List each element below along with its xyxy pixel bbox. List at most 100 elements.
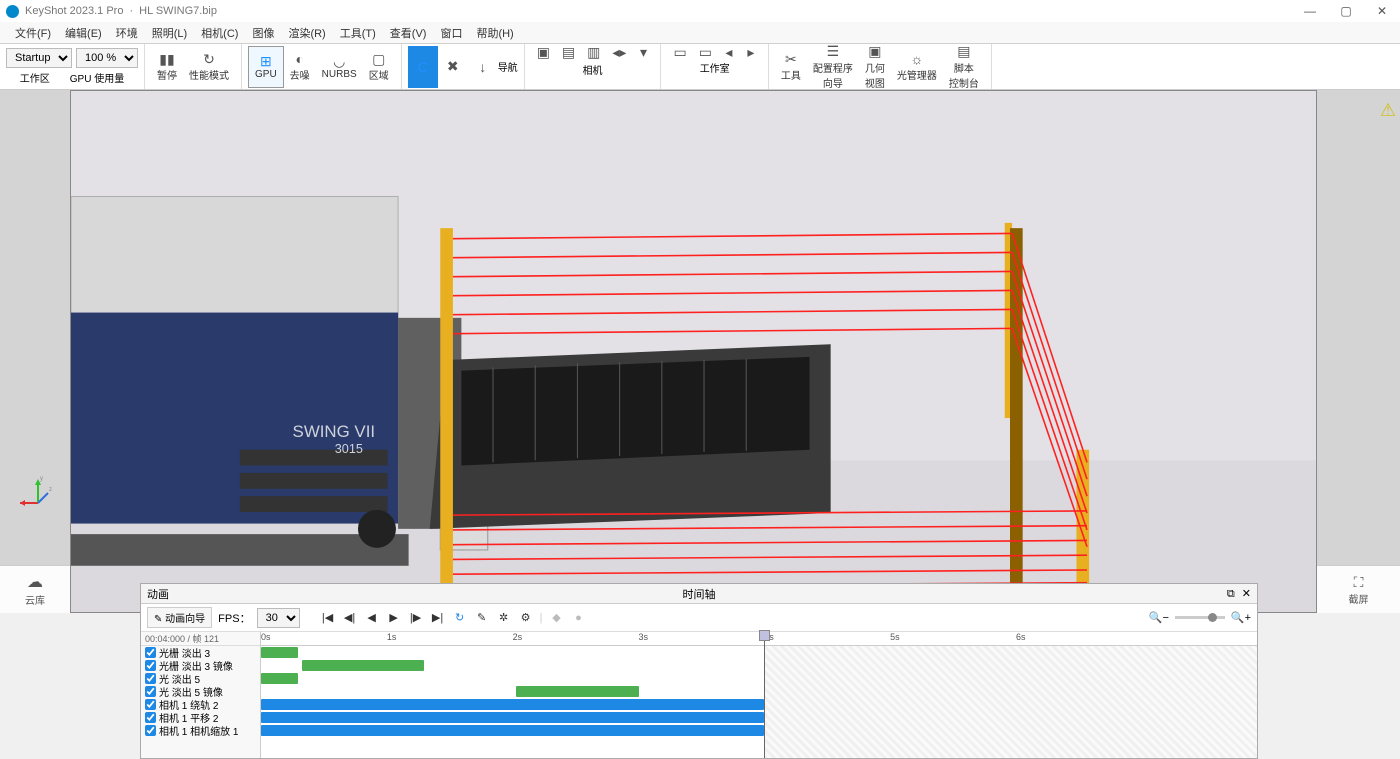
panel-title-timeline: 时间轴 (683, 586, 716, 602)
loop-button[interactable]: ↻ (452, 610, 468, 626)
left-gutter: y z ☁ 云库 (0, 90, 70, 613)
menu-lighting[interactable]: 照明(L) (145, 25, 194, 41)
cam-4[interactable]: ◂▸ (606, 44, 632, 60)
zoom-out-icon[interactable]: 🔍− (1149, 611, 1169, 624)
render-viewport[interactable]: SWING VII 3015 (70, 90, 1317, 613)
step-back-button[interactable]: ◀| (342, 610, 358, 626)
menu-tools[interactable]: 工具(T) (333, 25, 383, 41)
track-checkbox[interactable] (145, 660, 156, 671)
app-logo-icon (6, 5, 19, 18)
cam-3[interactable]: ▥ (581, 44, 606, 60)
ruler-tick: 2s (513, 632, 523, 642)
panel-title-animation: 动画 (147, 586, 169, 602)
zone-button[interactable]: ▢区域 (363, 46, 395, 88)
pause-icon: ▮▮ (159, 51, 174, 67)
animation-wizard-button[interactable]: ✎ 动画向导 (147, 607, 212, 628)
gear-icon[interactable]: ⚙ (518, 610, 534, 626)
script-button[interactable]: ▤脚本控制台 (943, 46, 985, 88)
cam-2[interactable]: ▤ (556, 44, 581, 60)
bulb-icon: ☼ (911, 51, 924, 67)
app-title: KeyShot 2023.1 Pro (25, 5, 123, 17)
menu-view[interactable]: 查看(V) (383, 25, 434, 41)
zoom-slider[interactable] (1175, 616, 1225, 619)
menu-window[interactable]: 窗口 (433, 25, 469, 41)
warning-icon[interactable]: ⚠ (1380, 100, 1396, 121)
window-close-button[interactable]: ✕ (1364, 0, 1400, 22)
record-icon[interactable]: ◆ (548, 610, 564, 626)
timeline-bar[interactable] (261, 699, 764, 710)
track-checkbox[interactable] (145, 686, 156, 697)
fps-select[interactable]: 30 (257, 608, 300, 628)
menu-edit[interactable]: 编辑(E) (58, 25, 109, 41)
menu-bar: 文件(F) 编辑(E) 环境 照明(L) 相机(C) 图像 渲染(R) 工具(T… (0, 22, 1400, 44)
gpu-button[interactable]: ⊞GPU (248, 46, 284, 88)
zoom-select[interactable]: 100 % (76, 48, 138, 68)
studio-4[interactable]: ▸ (740, 44, 762, 60)
pause-button[interactable]: ▮▮暂停 (151, 46, 183, 88)
window-maximize-button[interactable]: ▢ (1328, 0, 1364, 22)
nav-fit[interactable]: ✖ (438, 46, 468, 88)
tools-button[interactable]: ✂工具 (775, 46, 807, 88)
menu-render[interactable]: 渲染(R) (281, 25, 332, 41)
track-checkbox[interactable] (145, 725, 156, 736)
light-mgr-button[interactable]: ☼光管理器 (891, 46, 943, 88)
menu-environment[interactable]: 环境 (109, 25, 145, 41)
timeline-bar[interactable] (261, 725, 764, 736)
menu-file[interactable]: 文件(F) (8, 25, 58, 41)
window-minimize-button[interactable]: — (1292, 0, 1328, 22)
denoise-icon: ◐ (295, 51, 303, 67)
timeline-canvas[interactable]: 0s1s2s3s4s5s6s (261, 632, 1257, 758)
config-wizard-button[interactable]: ☰配置程序向导 (807, 46, 859, 88)
cam-5[interactable]: ▾ (632, 44, 654, 60)
screenshot-button[interactable]: ⛶ 截屏 (1317, 565, 1400, 613)
timeline-bar[interactable] (516, 686, 640, 697)
studio-3[interactable]: ◂ (718, 44, 740, 60)
edit-icon[interactable]: ✎ (474, 610, 490, 626)
studio-label: 工作室 (700, 60, 730, 75)
nav-refresh[interactable]: C (408, 46, 438, 88)
menu-image[interactable]: 图像 (245, 25, 281, 41)
zoom-in-icon[interactable]: 🔍+ (1231, 611, 1251, 624)
timeline-bar[interactable] (302, 660, 425, 671)
timeline-bar[interactable] (261, 673, 298, 684)
track-checkbox[interactable] (145, 647, 156, 658)
timeline-bar[interactable] (261, 712, 764, 723)
menu-camera[interactable]: 相机(C) (194, 25, 245, 41)
menu-help[interactable]: 帮助(H) (469, 25, 520, 41)
ruler-tick: 0s (261, 632, 271, 642)
track-label: 相机 1 相机缩放 1 (159, 723, 238, 738)
perf-mode-button[interactable]: ↻性能模式 (183, 46, 235, 88)
studio-1[interactable]: ▭ (667, 44, 692, 60)
move-icon: ↓ (479, 59, 486, 75)
cloud-library-button[interactable]: ☁ 云库 (0, 565, 70, 613)
track-list: 00:04:000 / 帧 121 光栅 淡出 3光栅 淡出 3 镜像光 淡出 … (141, 632, 261, 758)
denoise-button[interactable]: ◐去噪 (284, 46, 316, 88)
workspace-select[interactable]: Startup (6, 48, 72, 68)
cam-1[interactable]: ▣ (531, 44, 556, 60)
playhead-handle[interactable] (759, 630, 770, 641)
track-checkbox[interactable] (145, 712, 156, 723)
track-checkbox[interactable] (145, 673, 156, 684)
svg-text:3015: 3015 (335, 442, 363, 456)
cube-icon: ▣ (868, 44, 881, 60)
panel-close-icon[interactable]: ✕ (1242, 588, 1251, 600)
step-forward-button[interactable]: |▶ (408, 610, 424, 626)
geom-view-button[interactable]: ▣几何视图 (859, 46, 891, 88)
svg-text:SWING VII: SWING VII (293, 422, 376, 441)
settings-icon[interactable]: ✲ (496, 610, 512, 626)
main-area: y z ☁ 云库 SWING VII 3015 (0, 90, 1400, 613)
panel-popout-icon[interactable]: ⧉ (1227, 588, 1235, 600)
play-back-button[interactable]: ◀ (364, 610, 380, 626)
track-checkbox[interactable] (145, 699, 156, 710)
ruler-tick: 6s (1016, 632, 1026, 642)
play-forward-button[interactable]: ▶ (386, 610, 402, 626)
nurbs-button[interactable]: ◡NURBS (316, 46, 363, 88)
refresh-icon: ↻ (203, 51, 215, 67)
go-end-button[interactable]: ▶| (430, 610, 446, 626)
timeline-bar[interactable] (261, 647, 298, 658)
go-start-button[interactable]: |◀ (320, 610, 336, 626)
nav-center[interactable]: ↓ (468, 46, 498, 88)
studio-2[interactable]: ▭ (693, 44, 718, 60)
record-dot-icon[interactable]: ● (570, 610, 586, 626)
track-row[interactable]: 相机 1 相机缩放 1 (141, 724, 260, 737)
